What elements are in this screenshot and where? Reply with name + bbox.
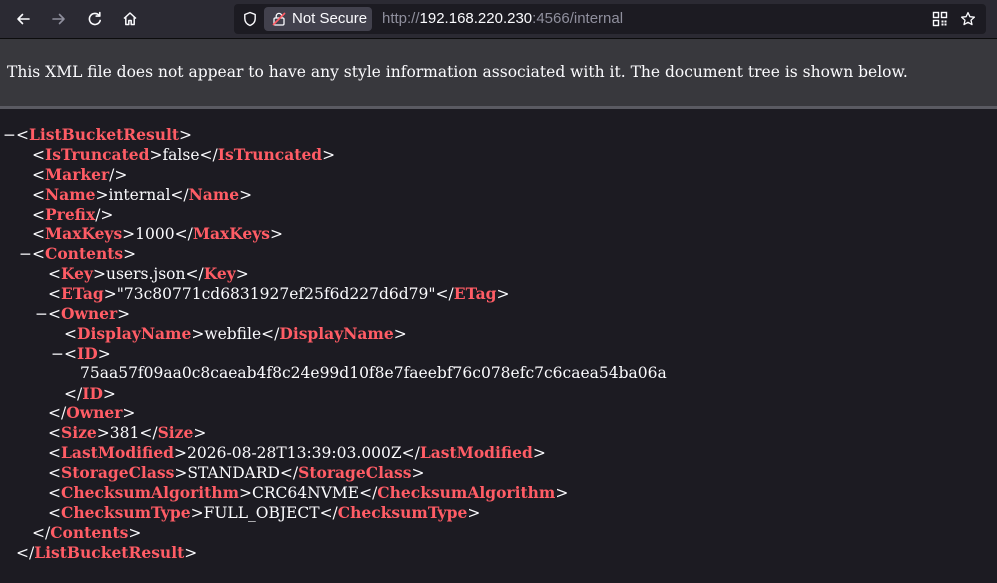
qr-code-icon[interactable]	[932, 11, 948, 27]
xml-value-size: 381	[109, 424, 140, 443]
xml-tag: ETag	[453, 284, 497, 304]
xml-line-id-value: 75aa57f09aa0c8caeab4f8c24e99d10f8e7faeeb…	[0, 364, 997, 384]
xml-tag: Contents	[45, 244, 124, 264]
xml-line-etag: <ETag>"73c80771cd6831927ef25f6d227d6d79"…	[48, 284, 510, 304]
url-path: :4566/internal	[532, 10, 624, 27]
home-button[interactable]	[115, 4, 145, 34]
insecure-lock-icon	[272, 12, 286, 26]
xml-info-message: This XML file does not appear to have an…	[7, 63, 908, 81]
xml-value-istruncated: false	[162, 145, 200, 164]
arrow-left-icon	[17, 13, 30, 25]
xml-line-key: <Key>users.json</Key>	[48, 264, 249, 284]
xml-line-marker: <Marker/>	[32, 164, 128, 184]
forward-button[interactable]	[44, 4, 74, 34]
xml-line-name: <Name>internal</Name>	[32, 184, 253, 204]
url-bar[interactable]: Not Secure http://192.168.220.230:4566/i…	[234, 4, 986, 34]
xml-line-displayname: <DisplayName>webfile</DisplayName>	[64, 323, 407, 343]
url-text[interactable]: http://192.168.220.230:4566/internal	[382, 10, 623, 27]
xml-tag: Name	[188, 184, 240, 204]
xml-line-owner-open: −<Owner>	[35, 304, 131, 324]
xml-tag: LastModified	[419, 443, 533, 463]
xml-line-storageclass: <StorageClass>STANDARD</StorageClass>	[48, 463, 425, 483]
xml-tag: ListBucketResult	[29, 125, 180, 144]
bookmark-star-icon[interactable]	[960, 11, 976, 27]
xml-tag: Owner	[66, 403, 123, 423]
xml-line-root-open: −<ListBucketResult>	[3, 125, 193, 144]
xml-tree: −<ListBucketResult> <IsTruncated>false</…	[0, 125, 997, 563]
xml-tag: ChecksumType	[337, 502, 468, 522]
xml-line-id-open: −<ID>	[51, 343, 111, 363]
reload-button[interactable]	[80, 4, 110, 34]
reload-icon	[88, 11, 101, 26]
xml-value-storageclass: STANDARD	[187, 464, 280, 483]
xml-value-name: internal	[108, 185, 171, 204]
xml-tag: ETag	[61, 284, 104, 304]
xml-value-maxkeys: 1000	[135, 225, 175, 244]
browser-toolbar: Not Secure http://192.168.220.230:4566/i…	[0, 0, 997, 39]
home-icon	[123, 12, 137, 26]
xml-value-displayname: webfile	[204, 324, 262, 343]
xml-line-lastmodified: <LastModified>2026-08-28T13:39:03.000Z</…	[48, 443, 546, 463]
xml-line-istruncated: <IsTruncated>false</IsTruncated>	[32, 144, 336, 164]
xml-tag: DisplayName	[279, 323, 394, 343]
xml-tag: Name	[45, 184, 96, 204]
xml-tag: Size	[61, 423, 97, 443]
arrow-right-icon	[52, 13, 65, 25]
xml-tag: ListBucketResult	[34, 542, 185, 562]
xml-tag: Prefix	[45, 204, 96, 224]
xml-line-contents-open: −<Contents>	[19, 244, 137, 264]
xml-line-id-close: </ID>	[64, 383, 116, 403]
xml-tag: StorageClass	[298, 463, 412, 483]
xml-line-checksumalgorithm: <ChecksumAlgorithm>CRC64NVME</ChecksumAl…	[48, 483, 569, 503]
collapse-toggle-id[interactable]: −	[51, 345, 64, 363]
xml-tag: ChecksumAlgorithm	[377, 483, 556, 503]
xml-tag: LastModified	[61, 443, 175, 463]
collapse-toggle-contents[interactable]: −	[19, 245, 32, 263]
xml-tag: MaxKeys	[45, 224, 123, 244]
xml-tag: MaxKeys	[192, 224, 271, 244]
xml-value-lastmodified: 2026-08-28T13:39:03.000Z	[187, 444, 402, 463]
collapse-toggle-owner[interactable]: −	[35, 305, 48, 323]
xml-line-size: <Size>381</Size>	[48, 423, 207, 443]
xml-tag: Key	[203, 264, 236, 284]
xml-tag: Owner	[61, 304, 118, 324]
xml-tag: IsTruncated	[217, 144, 323, 164]
xml-tag: ChecksumAlgorithm	[61, 483, 240, 503]
xml-tag: ID	[82, 383, 103, 403]
xml-value-checksumtype: FULL_OBJECT	[203, 503, 320, 522]
xml-tag: ID	[77, 343, 98, 363]
xml-tag: Size	[157, 423, 194, 443]
xml-line-contents-close: </Contents>	[32, 522, 142, 542]
collapse-toggle-root[interactable]: −	[3, 126, 16, 144]
xml-line-root-close: </ListBucketResult>	[16, 542, 198, 562]
url-scheme: http://	[382, 10, 420, 27]
url-host: 192.168.220.230	[419, 10, 533, 27]
not-secure-label: Not Secure	[292, 10, 368, 27]
xml-value-checksumalgorithm: CRC64NVME	[252, 484, 360, 503]
xml-tag: Marker	[45, 164, 110, 184]
xml-tag: Contents	[50, 522, 129, 542]
xml-tag: IsTruncated	[45, 144, 150, 164]
shield-icon[interactable]	[242, 11, 258, 27]
xml-line-checksumtype: <ChecksumType>FULL_OBJECT</ChecksumType>	[48, 502, 481, 522]
xml-line-prefix: <Prefix/>	[32, 204, 114, 224]
xml-tag: Key	[61, 264, 93, 284]
xml-line-owner-close: </Owner>	[48, 403, 136, 423]
not-secure-indicator[interactable]: Not Secure	[264, 7, 372, 31]
xml-tag: ChecksumType	[61, 502, 191, 522]
xml-line-maxkeys: <MaxKeys>1000</MaxKeys>	[32, 224, 284, 244]
xml-tag: DisplayName	[77, 323, 192, 343]
xml-value-key: users.json	[106, 265, 186, 284]
xml-value-id: 75aa57f09aa0c8caeab4f8c24e99d10f8e7faeeb…	[80, 363, 667, 382]
xml-value-etag: "73c80771cd6831927ef25f6d227d6d79"	[116, 285, 436, 304]
xml-tag: StorageClass	[61, 463, 175, 483]
back-button[interactable]	[8, 4, 38, 34]
xml-info-banner: This XML file does not appear to have an…	[0, 39, 997, 109]
